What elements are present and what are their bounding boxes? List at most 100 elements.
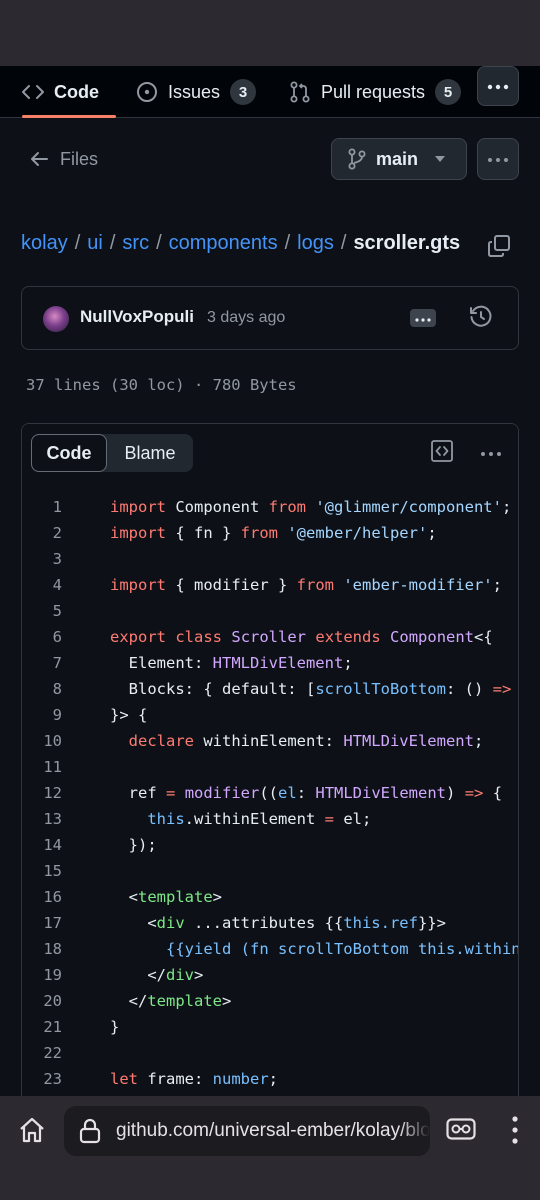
line-number[interactable]: 7	[22, 650, 62, 676]
code-token: ;	[343, 654, 353, 672]
code-token: </	[110, 992, 148, 1010]
line-number[interactable]: 1	[22, 494, 62, 520]
breadcrumb-logs[interactable]: logs	[297, 232, 334, 255]
code-line: 11	[22, 754, 518, 780]
code-token: from	[240, 524, 278, 542]
active-tab-underline	[22, 115, 116, 118]
line-number[interactable]: 17	[22, 910, 62, 936]
breadcrumb: kolay / ui / src / components / logs / s…	[21, 232, 460, 255]
code-line: 12 ref = modifier((el: HTMLDivElement) =…	[22, 780, 518, 806]
code-token: </	[110, 966, 166, 984]
line-number[interactable]: 8	[22, 676, 62, 702]
code-token: ;	[268, 1070, 278, 1088]
home-button[interactable]	[16, 1116, 48, 1148]
code-token: withinElement:	[194, 732, 344, 750]
raw-view-button[interactable]	[430, 439, 454, 465]
line-number[interactable]: 3	[22, 546, 62, 572]
breadcrumb-ui[interactable]: ui	[87, 232, 103, 255]
line-number[interactable]: 6	[22, 624, 62, 650]
code-token: declare	[128, 732, 194, 750]
arrow-left-icon	[30, 151, 48, 167]
code-text: import { modifier } from 'ember-modifier…	[110, 572, 502, 598]
repo-more-button[interactable]	[477, 66, 519, 106]
code-token: Scroller	[231, 628, 307, 646]
code-line: 6 export class Scroller extends Component…	[22, 624, 518, 650]
home-icon	[18, 1116, 46, 1149]
line-number[interactable]: 13	[22, 806, 62, 832]
tab-code[interactable]: Code	[22, 66, 116, 118]
line-number[interactable]: 19	[22, 962, 62, 988]
line-number[interactable]: 2	[22, 520, 62, 546]
line-number[interactable]: 18	[22, 936, 62, 962]
code-token: div	[166, 966, 194, 984]
reader-mode-button[interactable]	[446, 1117, 476, 1144]
browser-menu-button[interactable]	[503, 1115, 527, 1148]
code-panel-more-button[interactable]	[478, 441, 504, 465]
browser-toolbar: github.com/universal-ember/kolay/blob/ma…	[0, 1096, 540, 1200]
code-token: el;	[333, 810, 372, 828]
line-number[interactable]: 22	[22, 1040, 62, 1066]
line-number[interactable]: 23	[22, 1066, 62, 1092]
breadcrumb-components[interactable]: components	[169, 232, 278, 255]
code-view-button[interactable]: Code	[31, 434, 107, 472]
line-number[interactable]: 4	[22, 572, 62, 598]
tab-issues-label: Issues	[168, 81, 221, 102]
copy-path-button[interactable]	[486, 234, 512, 261]
line-number[interactable]: 16	[22, 884, 62, 910]
code-token: ...attributes {{	[184, 914, 344, 932]
commit-message-toggle[interactable]	[410, 309, 436, 327]
file-more-button[interactable]	[477, 138, 519, 180]
code-token: modifier	[184, 784, 260, 802]
code-text: this.withinElement = el;	[110, 806, 371, 832]
blame-view-button[interactable]: Blame	[107, 434, 193, 472]
line-number[interactable]: 11	[22, 754, 62, 780]
breadcrumb-src[interactable]: src	[122, 232, 149, 255]
line-number[interactable]: 12	[22, 780, 62, 806]
tab-pull-requests[interactable]: Pull requests 5	[289, 66, 462, 118]
code-line: 8 Blocks: { default: [scrollToBottom: ()…	[22, 676, 518, 702]
code-token: template	[147, 992, 222, 1010]
branch-name: main	[376, 148, 419, 169]
tab-issues[interactable]: Issues 3	[136, 66, 257, 118]
line-number[interactable]: 20	[22, 988, 62, 1014]
line-number[interactable]: 10	[22, 728, 62, 754]
code-token: =>	[492, 680, 512, 698]
kebab-icon	[480, 444, 502, 462]
code-token: Component	[166, 498, 269, 516]
kebab-icon	[487, 150, 509, 168]
code-token: scrollToBottom	[315, 680, 446, 698]
code-line: 7 Element: HTMLDivElement;	[22, 650, 518, 676]
line-number[interactable]: 21	[22, 1014, 62, 1040]
code-token: >	[212, 888, 222, 906]
code-token: <	[110, 914, 157, 932]
code-token: >	[221, 992, 232, 1010]
commit-author[interactable]: NullVoxPopuli	[80, 307, 194, 327]
code-text: export class Scroller extends Component<…	[110, 624, 493, 650]
breadcrumb-kolay[interactable]: kolay	[21, 232, 68, 255]
line-number[interactable]: 14	[22, 832, 62, 858]
caret-down-icon	[434, 155, 446, 163]
code-token: el	[278, 784, 297, 802]
code-text: let frame: number;	[110, 1066, 278, 1092]
history-button[interactable]	[468, 305, 494, 334]
files-label: Files	[60, 148, 99, 169]
code-token: }> {	[110, 706, 148, 724]
code-token: ;	[492, 576, 502, 594]
files-back-link[interactable]: Files	[30, 143, 98, 175]
code-text: import Component from '@glimmer/componen…	[110, 494, 511, 520]
code-line: 21}	[22, 1014, 518, 1040]
branch-selector[interactable]: main	[331, 138, 467, 180]
address-bar[interactable]: github.com/universal-ember/kolay/blob/ma…	[64, 1106, 430, 1156]
code-line: 23 let frame: number;	[22, 1066, 518, 1092]
avatar[interactable]	[43, 306, 69, 332]
code-text: {{yield (fn scrollToBottom this.within	[110, 936, 518, 962]
line-number[interactable]: 5	[22, 598, 62, 624]
code-line: 20 </template>	[22, 988, 518, 1014]
code-token: { modifier }	[166, 576, 297, 594]
line-number[interactable]: 9	[22, 702, 62, 728]
history-icon	[469, 305, 493, 334]
line-number[interactable]: 15	[22, 858, 62, 884]
